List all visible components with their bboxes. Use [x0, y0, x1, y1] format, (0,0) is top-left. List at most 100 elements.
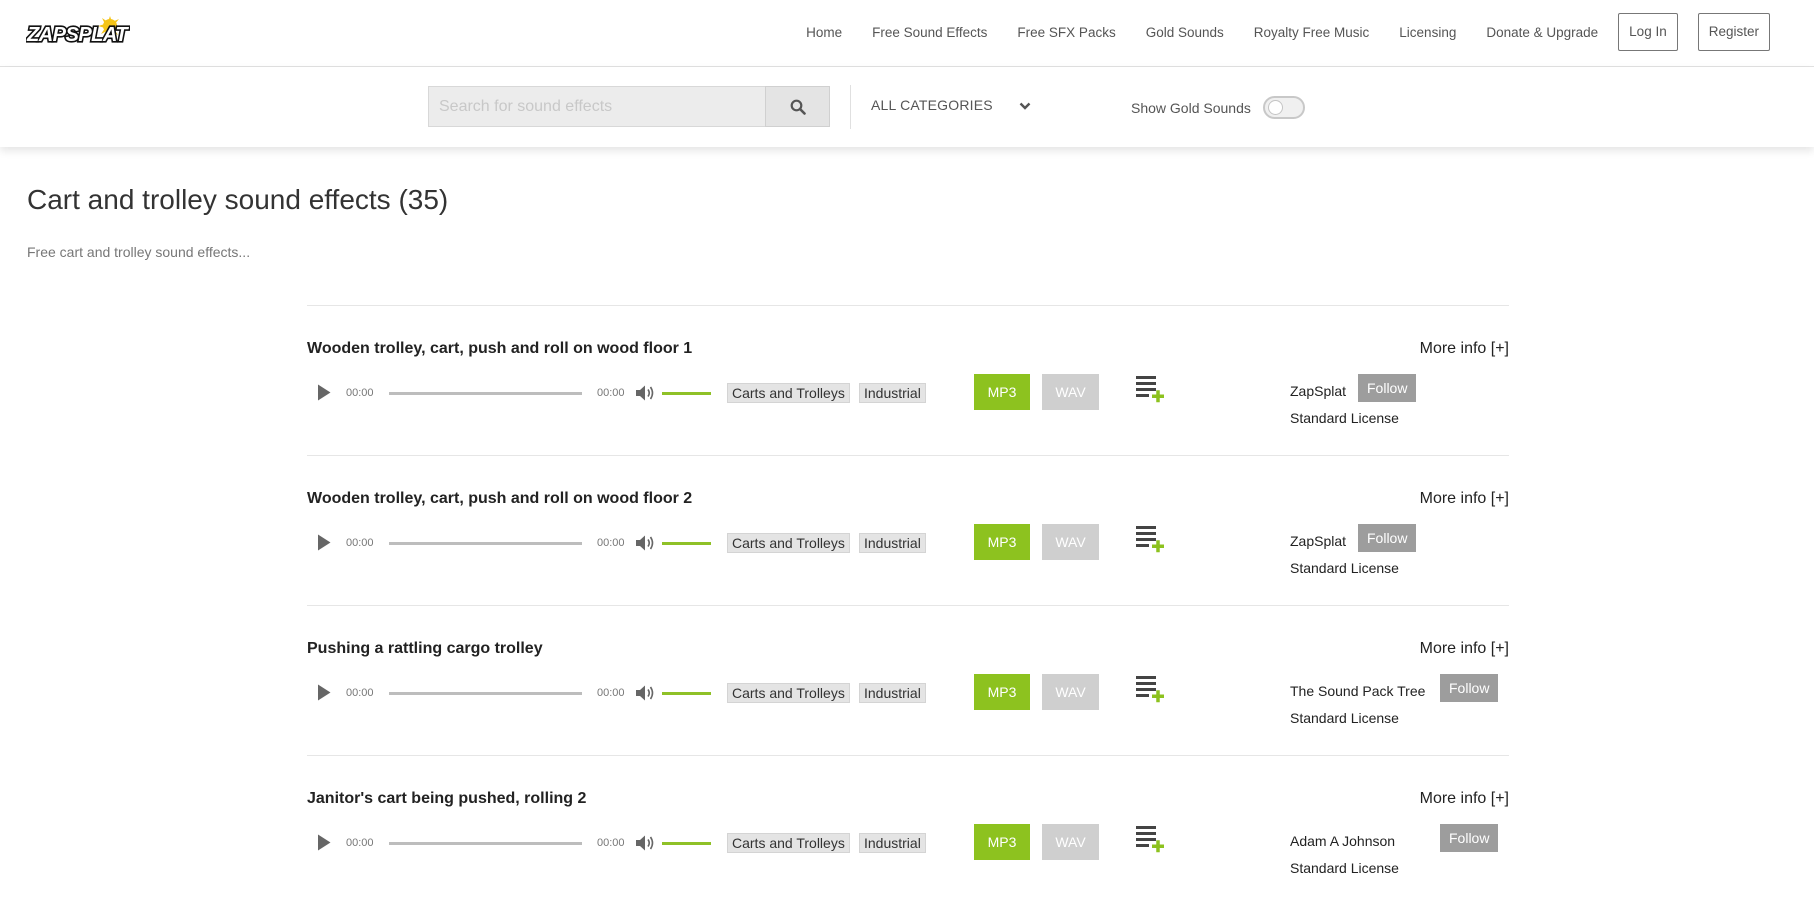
license-label[interactable]: Standard License: [1290, 410, 1399, 426]
login-button[interactable]: Log In: [1618, 13, 1678, 51]
add-to-playlist-icon[interactable]: [1136, 676, 1166, 704]
tag-carts-and-trolleys[interactable]: Carts and Trolleys: [727, 833, 850, 853]
sound-title: Wooden trolley, cart, push and roll on w…: [307, 340, 693, 357]
nav-donate-upgrade[interactable]: Donate & Upgrade: [1486, 25, 1598, 40]
register-button[interactable]: Register: [1697, 13, 1770, 51]
volume-slider[interactable]: [662, 842, 711, 845]
play-icon[interactable]: [317, 534, 331, 551]
results-list: Wooden trolley, cart, push and roll on w…: [307, 305, 1509, 905]
volume-icon[interactable]: [636, 384, 656, 402]
volume-level: [662, 392, 711, 395]
download-wav-button[interactable]: WAV: [1042, 374, 1099, 410]
tag-industrial[interactable]: Industrial: [859, 383, 926, 403]
nav-home[interactable]: Home: [806, 25, 842, 40]
seek-bar[interactable]: [389, 692, 582, 695]
download-mp3-button[interactable]: MP3: [974, 824, 1030, 860]
nav-licensing[interactable]: Licensing: [1399, 25, 1456, 40]
author-name[interactable]: The Sound Pack Tree: [1290, 683, 1425, 699]
chevron-down-icon: [1019, 102, 1031, 110]
search-button[interactable]: [765, 86, 830, 127]
nav-royalty-free-music[interactable]: Royalty Free Music: [1254, 25, 1370, 40]
nav-free-sound-effects[interactable]: Free Sound Effects: [872, 25, 987, 40]
sound-result: Pushing a rattling cargo trolley More in…: [307, 605, 1509, 755]
follow-button[interactable]: Follow: [1440, 824, 1499, 852]
gold-sounds-label: Show Gold Sounds: [1131, 99, 1251, 116]
page-title: Cart and trolley sound effects (35): [27, 184, 449, 215]
duration: 00:00: [597, 837, 625, 849]
tag-industrial[interactable]: Industrial: [859, 833, 926, 853]
duration: 00:00: [597, 537, 625, 549]
play-icon[interactable]: [317, 384, 331, 401]
more-info-link[interactable]: More info [+]: [1420, 490, 1509, 508]
more-info-link[interactable]: More info [+]: [1420, 790, 1509, 808]
search-icon: [790, 99, 806, 115]
page-description: Free cart and trolley sound effects...: [27, 244, 251, 260]
license-label[interactable]: Standard License: [1290, 860, 1399, 876]
add-to-playlist-icon[interactable]: [1136, 376, 1166, 404]
download-mp3-button[interactable]: MP3: [974, 674, 1030, 710]
top-navbar: ZAPSPLAT Home Free Sound Effects Free SF…: [0, 0, 1814, 67]
license-label[interactable]: Standard License: [1290, 710, 1399, 726]
follow-button[interactable]: Follow: [1358, 524, 1417, 552]
nav-free-sfx-packs[interactable]: Free SFX Packs: [1017, 25, 1115, 40]
audio-player: 00:00 00:00: [307, 828, 727, 858]
current-time: 00:00: [346, 387, 374, 399]
tag-carts-and-trolleys[interactable]: Carts and Trolleys: [727, 383, 850, 403]
audio-player: 00:00 00:00: [307, 678, 727, 708]
category-dropdown-value: ALL CATEGORIES: [871, 97, 993, 113]
author-name[interactable]: Adam A Johnson: [1290, 833, 1395, 849]
gold-sounds-toggle[interactable]: [1262, 96, 1305, 119]
volume-slider[interactable]: [662, 542, 711, 545]
more-info-link[interactable]: More info [+]: [1420, 340, 1509, 358]
play-icon[interactable]: [317, 684, 331, 701]
audio-player: 00:00 00:00: [307, 528, 727, 558]
audio-player: 00:00 00:00: [307, 378, 727, 408]
download-wav-button[interactable]: WAV: [1042, 674, 1099, 710]
volume-level: [662, 842, 711, 845]
category-dropdown[interactable]: ALL CATEGORIES: [871, 97, 1031, 113]
search-bar-section: ALL CATEGORIES Show Gold Sounds: [0, 67, 1814, 147]
tag-industrial[interactable]: Industrial: [859, 533, 926, 553]
author-name[interactable]: ZapSplat: [1290, 383, 1346, 399]
current-time: 00:00: [346, 837, 374, 849]
volume-icon[interactable]: [636, 534, 656, 552]
nav-gold-sounds[interactable]: Gold Sounds: [1146, 25, 1224, 40]
sound-result: Wooden trolley, cart, push and roll on w…: [307, 305, 1509, 455]
svg-text:ZAPSPLAT: ZAPSPLAT: [26, 24, 129, 46]
duration: 00:00: [597, 387, 625, 399]
volume-level: [662, 692, 711, 695]
license-label[interactable]: Standard License: [1290, 560, 1399, 576]
volume-slider[interactable]: [662, 392, 711, 395]
sound-title: Janitor's cart being pushed, rolling 2: [307, 790, 587, 807]
main-nav: Home Free Sound Effects Free SFX Packs G…: [806, 13, 1770, 51]
tag-carts-and-trolleys[interactable]: Carts and Trolleys: [727, 533, 850, 553]
download-wav-button[interactable]: WAV: [1042, 524, 1099, 560]
download-mp3-button[interactable]: MP3: [974, 524, 1030, 560]
more-info-link[interactable]: More info [+]: [1420, 640, 1509, 658]
tag-industrial[interactable]: Industrial: [859, 683, 926, 703]
sound-title: Wooden trolley, cart, push and roll on w…: [307, 490, 693, 507]
seek-bar[interactable]: [389, 542, 582, 545]
author-name[interactable]: ZapSplat: [1290, 533, 1346, 549]
zapsplat-logo[interactable]: ZAPSPLAT: [26, 16, 130, 48]
download-mp3-button[interactable]: MP3: [974, 374, 1030, 410]
follow-button[interactable]: Follow: [1358, 374, 1417, 402]
volume-level: [662, 542, 711, 545]
add-to-playlist-icon[interactable]: [1136, 826, 1166, 854]
volume-icon[interactable]: [636, 684, 656, 702]
sound-result: Janitor's cart being pushed, rolling 2 M…: [307, 755, 1509, 905]
follow-button[interactable]: Follow: [1440, 674, 1499, 702]
sound-result: Wooden trolley, cart, push and roll on w…: [307, 455, 1509, 605]
volume-icon[interactable]: [636, 834, 656, 852]
current-time: 00:00: [346, 537, 374, 549]
duration: 00:00: [597, 687, 625, 699]
play-icon[interactable]: [317, 834, 331, 851]
add-to-playlist-icon[interactable]: [1136, 526, 1166, 554]
seek-bar[interactable]: [389, 842, 582, 845]
tag-carts-and-trolleys[interactable]: Carts and Trolleys: [727, 683, 850, 703]
search-input[interactable]: [428, 86, 766, 127]
divider: [850, 85, 851, 129]
download-wav-button[interactable]: WAV: [1042, 824, 1099, 860]
volume-slider[interactable]: [662, 692, 711, 695]
seek-bar[interactable]: [389, 392, 582, 395]
